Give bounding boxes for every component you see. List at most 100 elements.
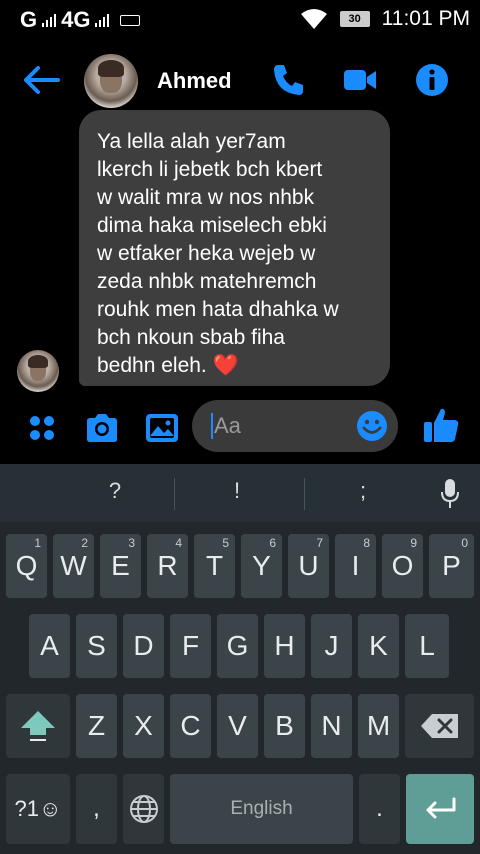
key-label: W (60, 550, 87, 581)
heart-emoji: ❤️ (212, 354, 239, 377)
suggestion-item[interactable]: ! (172, 478, 302, 504)
enter-key[interactable] (406, 774, 474, 844)
language-key[interactable] (123, 774, 164, 844)
key-label: T (205, 550, 224, 581)
key-m[interactable]: M (358, 694, 399, 758)
shift-arrow-icon (21, 711, 55, 741)
message-line: zeda nhbk matehremch (97, 270, 317, 293)
key-b[interactable]: B (264, 694, 305, 758)
key-g[interactable]: G (217, 614, 258, 678)
period-key[interactable]: . (359, 774, 400, 844)
key-hint: 4 (175, 536, 182, 550)
message-bubble[interactable]: Ya lella alah yer7am lkerch li jebetk bc… (79, 110, 390, 386)
message-line: Ya lella alah yer7am (97, 130, 286, 153)
wifi-icon (300, 9, 327, 29)
key-j[interactable]: J (311, 614, 352, 678)
message-input-field[interactable] (192, 400, 398, 452)
clock: 11:01 PM (381, 7, 470, 30)
key-w[interactable]: W2 (53, 534, 94, 598)
message-composer (0, 392, 480, 464)
network-label: 4G (61, 7, 91, 32)
contact-avatar[interactable] (84, 54, 138, 108)
gallery-icon[interactable] (144, 410, 180, 446)
suggestion-item[interactable]: ; (298, 478, 428, 504)
signal-icon-2 (95, 13, 110, 27)
key-e[interactable]: E3 (100, 534, 141, 598)
status-right: 30 11:01 PM (300, 7, 470, 31)
message-line: bch nkoun sbab fiha (97, 326, 285, 349)
message-line-last: bedhn eleh. ❤️ (97, 352, 372, 380)
key-r[interactable]: R4 (147, 534, 188, 598)
space-key-label: English (230, 798, 293, 819)
message-text: bedhn eleh. (97, 354, 207, 377)
emoji-icon[interactable] (356, 410, 388, 442)
key-label: Q (15, 550, 38, 581)
key-hint: 8 (363, 536, 370, 550)
symbols-key[interactable]: ?1☺ (6, 774, 70, 844)
sender-avatar[interactable] (17, 350, 59, 392)
key-u[interactable]: U7 (288, 534, 329, 598)
key-v[interactable]: V (217, 694, 258, 758)
key-hint: 0 (461, 536, 468, 550)
info-icon[interactable] (414, 62, 450, 98)
key-label: Y (252, 550, 271, 581)
key-a[interactable]: A (29, 614, 70, 678)
key-k[interactable]: K (358, 614, 399, 678)
carrier-label: G (20, 7, 38, 32)
key-label: U (298, 550, 319, 581)
key-x[interactable]: X (123, 694, 164, 758)
back-arrow-icon[interactable] (22, 64, 62, 96)
message-line: w walit mra w nos nhbk (97, 186, 315, 209)
key-s[interactable]: S (76, 614, 117, 678)
text-caret (211, 413, 213, 439)
video-camera-icon[interactable] (342, 62, 378, 98)
key-hint: 2 (81, 536, 88, 550)
key-hint: 6 (269, 536, 276, 550)
key-p[interactable]: P0 (429, 534, 474, 598)
message-line: rouhk men hata dhahka w (97, 298, 339, 321)
message-input[interactable] (214, 400, 344, 452)
key-f[interactable]: F (170, 614, 211, 678)
key-hint: 9 (410, 536, 417, 550)
key-h[interactable]: H (264, 614, 305, 678)
key-z[interactable]: Z (76, 694, 117, 758)
key-hint: 3 (128, 536, 135, 550)
apps-dots-icon[interactable] (24, 410, 60, 446)
message-line: w etfaker heka wejeb w (97, 242, 316, 265)
key-l[interactable]: L (405, 614, 449, 678)
key-label: R (157, 550, 178, 581)
key-n[interactable]: N (311, 694, 352, 758)
space-key[interactable]: English (170, 774, 353, 844)
key-label: O (391, 550, 414, 581)
comma-key[interactable]: , (76, 774, 117, 844)
key-q[interactable]: Q1 (6, 534, 47, 598)
shift-key[interactable] (6, 694, 70, 758)
suggestion-item[interactable]: ? (50, 478, 180, 504)
status-bar: G 4G 30 11:01 PM (0, 0, 480, 38)
contact-name[interactable]: Ahmed (157, 68, 232, 94)
key-label: E (111, 550, 130, 581)
backspace-icon (420, 714, 458, 738)
enter-arrow-icon (426, 797, 456, 819)
soft-keyboard: ? ! ; Q1 W2 E3 R4 T5 Y6 U7 I8 O9 P0 A S … (0, 464, 480, 854)
key-d[interactable]: D (123, 614, 164, 678)
backspace-key[interactable] (405, 694, 474, 758)
key-c[interactable]: C (170, 694, 211, 758)
signal-icon (42, 13, 57, 27)
phone-icon[interactable] (270, 62, 306, 98)
status-left: G 4G (20, 7, 141, 33)
camera-icon[interactable] (84, 410, 120, 446)
key-hint: 5 (222, 536, 229, 550)
key-o[interactable]: O9 (382, 534, 423, 598)
thumbs-up-icon[interactable] (422, 406, 460, 444)
message-line: dima haka miselech ebki (97, 214, 327, 237)
key-hint: 7 (316, 536, 323, 550)
microphone-icon[interactable] (440, 478, 460, 510)
key-hint: 1 (34, 536, 41, 550)
key-y[interactable]: Y6 (241, 534, 282, 598)
globe-icon (129, 795, 158, 823)
suggestion-bar: ? ! ; (0, 464, 480, 522)
key-i[interactable]: I8 (335, 534, 376, 598)
key-t[interactable]: T5 (194, 534, 235, 598)
keyboard-status-icon (120, 14, 141, 26)
